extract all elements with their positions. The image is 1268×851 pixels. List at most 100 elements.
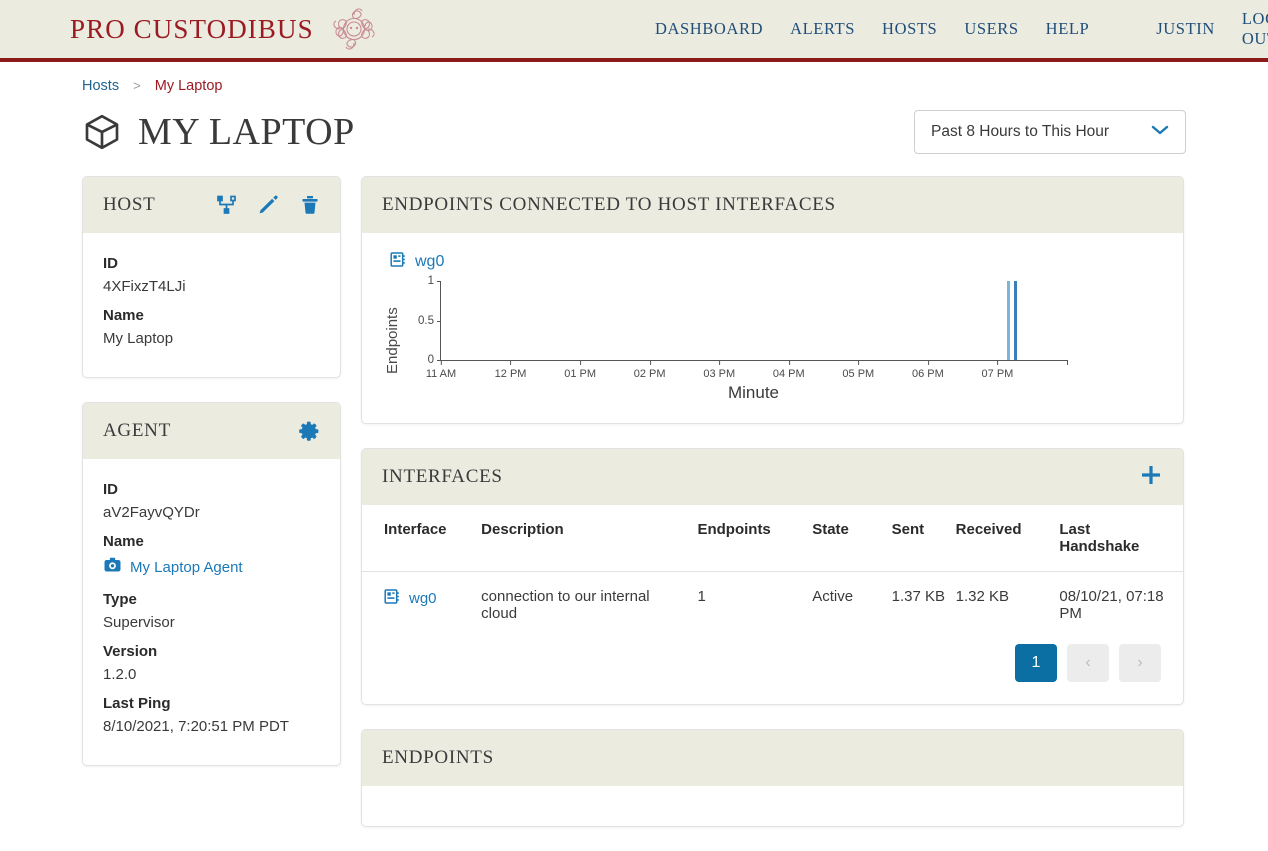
chart-y-tick: 0.5: [418, 315, 441, 327]
chart-x-tick: 07 PM: [982, 360, 1013, 380]
endpoints-card-header: ENDPOINTS: [362, 730, 1183, 786]
nav-item-users[interactable]: USERS: [964, 19, 1018, 39]
chevron-down-icon: [1151, 123, 1169, 141]
page-content: HOST ID 4XFixzT4LJi Name My Laptop AGENT…: [0, 154, 1268, 851]
chart-area: Endpoints 0 0.5 1 11 AM 12 PM 01 PM 02 PM 03 PM…: [378, 275, 1167, 415]
endpoints-chart-header: ENDPOINTS CONNECTED TO HOST INTERFACES: [362, 177, 1183, 233]
chevron-left-icon[interactable]: ‹: [1067, 644, 1109, 682]
interface-icon: [390, 251, 407, 273]
cell-last-handshake: 08/10/21, 07:18 PM: [1059, 588, 1164, 622]
endpoints-card-body: [362, 786, 1183, 826]
agent-last-ping-label: Last Ping: [103, 695, 171, 712]
agent-name-link[interactable]: My Laptop Agent: [130, 559, 243, 576]
host-card-title: HOST: [103, 194, 156, 215]
col-received: Received: [955, 505, 1060, 572]
cell-endpoints: 1: [697, 588, 706, 605]
nav-item-hosts[interactable]: HOSTS: [882, 19, 937, 39]
agent-card-body: ID aV2FayvQYDr Name My Laptop Agent Type: [83, 459, 340, 765]
host-card-body: ID 4XFixzT4LJi Name My Laptop: [83, 233, 340, 377]
brand-name: PRO CUSTODIBUS: [70, 13, 314, 44]
agent-name-label: Name: [103, 533, 144, 550]
chart-bar[interactable]: [1014, 281, 1018, 360]
page-title-text: MY LAPTOP: [138, 111, 355, 153]
page-title-row: MY LAPTOP Past 8 Hours to This Hour: [0, 94, 1268, 154]
nav-item-alerts[interactable]: ALERTS: [790, 19, 855, 39]
nav-item-logout[interactable]: LOG OUT: [1242, 9, 1268, 49]
chevron-right-icon[interactable]: ›: [1119, 644, 1161, 682]
col-endpoints: Endpoints: [697, 505, 813, 572]
gear-icon[interactable]: [298, 420, 320, 442]
col-state: State: [812, 505, 892, 572]
endpoints-chart-body: wg0 Endpoints 0 0.5 1 11 AM 12 PM 01 PM 02 PM 0…: [362, 233, 1183, 423]
date-range-value: Past 8 Hours to This Hour: [931, 123, 1110, 140]
interfaces-card-header: INTERFACES: [362, 449, 1183, 505]
chart-x-tick: 01 PM: [564, 360, 596, 380]
agent-version-label: Version: [103, 643, 158, 660]
host-name-value: My Laptop: [103, 330, 174, 347]
agent-icon: [103, 556, 122, 579]
chart-x-tick: 11 AM: [426, 360, 456, 380]
agent-name-value: My Laptop Agent: [103, 556, 320, 579]
table-header-row: Interface Description Endpoints State Se…: [362, 505, 1183, 572]
brand[interactable]: PRO CUSTODIBUS: [70, 5, 380, 53]
col-interface: Interface: [362, 505, 482, 572]
cell-interface: wg0: [362, 572, 481, 639]
host-card-actions: [216, 195, 320, 215]
agent-id-value: aV2FayvQYDr: [103, 504, 200, 521]
breadcrumb-separator: >: [133, 78, 141, 93]
nav-item-dashboard[interactable]: DASHBOARD: [655, 19, 763, 39]
nav-item-help[interactable]: HELP: [1046, 19, 1090, 39]
agent-id-label: ID: [103, 481, 118, 498]
cell-sent: 1.37 KB: [891, 588, 946, 605]
host-id-value: 4XFixzT4LJi: [103, 278, 186, 295]
medusa-logo-icon: [328, 5, 380, 53]
chart-legend-label[interactable]: wg0: [415, 253, 444, 271]
endpoints-chart-title: ENDPOINTS CONNECTED TO HOST INTERFACES: [382, 194, 836, 215]
chart-x-tick: 04 PM: [773, 360, 805, 380]
chart-x-tick: 12 PM: [495, 360, 526, 380]
cell-received: 1.32 KB: [955, 588, 1010, 605]
chart-x-tick: 06 PM: [912, 360, 944, 380]
interfaces-card: INTERFACES Interface Description Endpoin…: [361, 448, 1184, 705]
col-last-handshake: Last Handshake: [1059, 505, 1183, 572]
cell-state: Active: [812, 588, 854, 605]
chart-x-axis-label: Minute: [727, 383, 780, 402]
host-id-label: ID: [103, 255, 118, 272]
col-sent: Sent: [891, 505, 956, 572]
chart-y-axis-label: Endpoints: [384, 307, 401, 375]
interface-icon: [384, 588, 401, 609]
pagination-page-1[interactable]: 1: [1015, 644, 1057, 682]
chart-y-tick: 1: [428, 275, 442, 287]
table-row[interactable]: wg0 connection to our internal cloud 1 A…: [362, 572, 1183, 639]
trash-icon[interactable]: [300, 195, 320, 215]
endpoints-chart-card: ENDPOINTS CONNECTED TO HOST INTERFACES w…: [361, 176, 1184, 424]
pencil-icon[interactable]: [258, 195, 280, 215]
col-description: Description: [481, 505, 698, 572]
agent-card-header: AGENT: [83, 403, 340, 459]
cell-description: connection to our internal cloud: [481, 588, 650, 622]
sitemap-icon[interactable]: [216, 195, 238, 215]
top-bar: PRO CUSTODIBUS DASHBOARD ALERTS HOSTS US…: [0, 0, 1268, 62]
right-column: ENDPOINTS CONNECTED TO HOST INTERFACES w…: [361, 176, 1184, 851]
host-card: HOST ID 4XFixzT4LJi Name My Laptop: [82, 176, 341, 378]
chart-bar[interactable]: [1006, 281, 1010, 360]
chart-x-tick: 05 PM: [842, 360, 874, 380]
plus-icon[interactable]: [1139, 463, 1163, 492]
agent-type-label: Type: [103, 591, 137, 608]
main-nav: DASHBOARD ALERTS HOSTS USERS HELP JUSTIN…: [655, 0, 1268, 58]
agent-card-title: AGENT: [103, 420, 171, 441]
interfaces-card-title: INTERFACES: [382, 466, 503, 487]
breadcrumb-hosts[interactable]: Hosts: [82, 78, 119, 94]
host-name-label: Name: [103, 307, 144, 324]
cell-interface-link[interactable]: wg0: [409, 590, 437, 607]
cube-icon: [82, 112, 122, 152]
date-range-select[interactable]: Past 8 Hours to This Hour: [914, 110, 1186, 154]
chart-x-tick: 03 PM: [703, 360, 735, 380]
pagination: 1 ‹ ›: [362, 638, 1183, 704]
host-card-header: HOST: [83, 177, 340, 233]
nav-item-user[interactable]: JUSTIN: [1156, 19, 1215, 39]
endpoints-card: ENDPOINTS: [361, 729, 1184, 827]
breadcrumb-current: My Laptop: [154, 78, 223, 94]
interfaces-table: Interface Description Endpoints State Se…: [362, 505, 1183, 638]
chart-legend: wg0: [390, 251, 1167, 273]
